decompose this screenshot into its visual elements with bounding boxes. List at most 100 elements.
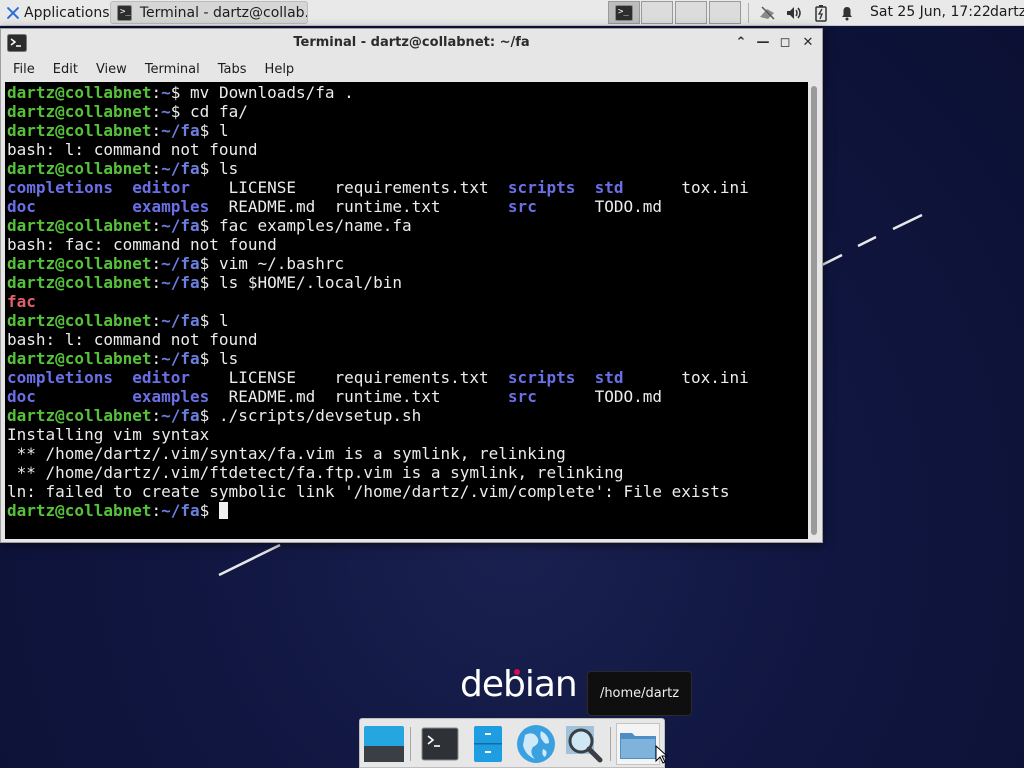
network-icon[interactable]: [758, 4, 776, 22]
directory-entry: doc: [7, 387, 133, 406]
prompt-path: ~/fa: [161, 121, 200, 140]
prompt-path: ~: [161, 102, 171, 121]
prompt-line: dartz@collabnet:~/fa$ vim ~/.bashrc: [7, 254, 806, 273]
panel-clock[interactable]: Sat 25 Jun, 17:22: [870, 4, 991, 20]
command-text: l: [218, 121, 229, 140]
prompt-path: ~/fa: [161, 254, 200, 273]
prompt-symbol: $: [199, 216, 219, 235]
user-menu[interactable]: dartz: [990, 4, 1024, 20]
app-finder-icon[interactable]: [562, 723, 606, 765]
output-line: bash: l: command not found: [7, 140, 806, 159]
menu-help[interactable]: Help: [259, 59, 301, 81]
dock: [359, 718, 665, 768]
web-browser-icon[interactable]: [514, 723, 558, 765]
command-text: fac examples/name.fa: [218, 216, 412, 235]
output-text: ** /home/dartz/.vim/ftdetect/fa.ftp.vim …: [7, 463, 624, 482]
menu-terminal[interactable]: Terminal: [139, 59, 206, 81]
prompt-line: dartz@collabnet:~/fa$ ls: [7, 159, 806, 178]
output-text: ** /home/dartz/.vim/syntax/fa.vim is a s…: [7, 444, 566, 463]
file-entry: requirements.txt: [334, 178, 508, 197]
file-entry: runtime.txt: [334, 387, 508, 406]
output-line: bash: fac: command not found: [7, 235, 806, 254]
prompt-user: dartz@collabnet: [7, 406, 152, 425]
output-text: Installing vim syntax: [7, 425, 210, 444]
terminal-icon: >_: [615, 4, 633, 21]
command-text: ls $HOME/.local/bin: [218, 273, 402, 292]
prompt-path: ~/fa: [161, 159, 200, 178]
directory-entry: editor: [132, 178, 229, 197]
prompt-colon: :: [151, 121, 162, 140]
maximize-button[interactable]: ◻: [776, 34, 794, 52]
output-line: fac: [7, 292, 806, 311]
workspace-3[interactable]: [675, 1, 707, 24]
command-text: ls: [218, 159, 239, 178]
applications-label: Applications: [24, 5, 110, 21]
menu-file[interactable]: File: [7, 59, 41, 81]
file-entry: tox.ini: [681, 368, 749, 387]
prompt-symbol: $: [199, 159, 219, 178]
workspace-4[interactable]: [709, 1, 741, 24]
file-entry: README.md: [228, 387, 335, 406]
output-line: ln: failed to create symbolic link '/hom…: [7, 482, 806, 501]
prompt-symbol: $: [199, 311, 219, 330]
mouse-pointer-icon: [655, 745, 669, 764]
workspace-1[interactable]: >_: [608, 1, 640, 24]
workspace-2[interactable]: [641, 1, 673, 24]
output-line: ** /home/dartz/.vim/ftdetect/fa.ftp.vim …: [7, 463, 806, 482]
prompt-symbol: $: [199, 121, 219, 140]
terminal-output[interactable]: dartz@collabnet:~$ mv Downloads/fa . dart…: [5, 82, 808, 539]
scrollbar-thumb[interactable]: [811, 86, 817, 535]
ls-output-line: doc examples README.md runtime.txt src T…: [7, 387, 806, 406]
output-text: bash: l: command not found: [7, 330, 258, 349]
window-titlebar[interactable]: Terminal - dartz@collabnet: ~/fa ⌃ — ◻ ✕: [1, 29, 822, 57]
prompt-symbol: $: [199, 406, 219, 425]
battery-icon[interactable]: [812, 4, 830, 22]
prompt-colon: :: [151, 273, 162, 292]
taskbar-terminal-button[interactable]: >_ Terminal - dartz@collab...: [110, 1, 308, 24]
menu-tabs[interactable]: Tabs: [212, 59, 253, 81]
file-entry: TODO.md: [594, 197, 663, 216]
ls-output-line: doc examples README.md runtime.txt src T…: [7, 197, 806, 216]
prompt-line: dartz@collabnet:~/fa$ fac examples/name.…: [7, 216, 806, 235]
file-entry: requirements.txt: [334, 368, 508, 387]
minimize-button[interactable]: —: [754, 34, 772, 52]
output-line: Installing vim syntax: [7, 425, 806, 444]
prompt-symbol: $: [170, 102, 191, 121]
prompt-line: dartz@collabnet:~$ mv Downloads/fa .: [7, 83, 806, 102]
xfce-logo-icon: [6, 6, 20, 20]
debian-swirl-icon: [514, 669, 520, 675]
prompt-line: dartz@collabnet:~/fa$ l: [7, 311, 806, 330]
output-line: bash: l: command not found: [7, 330, 806, 349]
volume-icon[interactable]: [785, 4, 803, 22]
menu-view[interactable]: View: [90, 59, 133, 81]
prompt-user: dartz@collabnet: [7, 121, 152, 140]
command-text: ./scripts/devsetup.sh: [218, 406, 422, 425]
file-entry: README.md: [228, 197, 335, 216]
executable-entry: fac: [7, 292, 36, 311]
file-manager-icon[interactable]: [466, 723, 510, 765]
command-text: vim ~/.bashrc: [218, 254, 345, 273]
directory-entry: doc: [7, 197, 133, 216]
notifications-bell-icon[interactable]: [838, 4, 856, 22]
prompt-colon: :: [151, 501, 162, 520]
home-folder-icon[interactable]: [616, 723, 660, 765]
close-button[interactable]: ✕: [799, 34, 817, 52]
prompt-user: dartz@collabnet: [7, 349, 152, 368]
terminal-icon[interactable]: [418, 723, 462, 765]
directory-entry: src: [507, 197, 595, 216]
directory-entry: std: [594, 178, 682, 197]
command-text: mv Downloads/fa .: [190, 83, 354, 102]
prompt-user: dartz@collabnet: [7, 273, 152, 292]
scrollbar[interactable]: [808, 82, 820, 539]
menu-edit[interactable]: Edit: [47, 59, 84, 81]
directory-entry: std: [594, 368, 682, 387]
chevron-up-icon[interactable]: ⌃: [732, 34, 750, 52]
prompt-user: dartz@collabnet: [7, 159, 152, 178]
prompt-path: ~/fa: [161, 216, 200, 235]
prompt-colon: :: [151, 83, 162, 102]
applications-menu-button[interactable]: Applications: [2, 2, 114, 24]
file-entry: runtime.txt: [334, 197, 508, 216]
prompt-line: dartz@collabnet:~/fa$ ./scripts/devsetup…: [7, 406, 806, 425]
show-desktop-icon[interactable]: [362, 723, 406, 765]
prompt-user: dartz@collabnet: [7, 102, 152, 121]
